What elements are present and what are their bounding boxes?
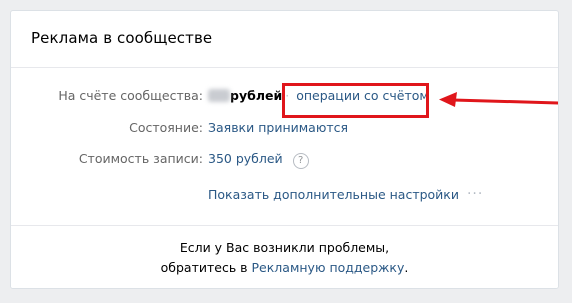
balance-unit: рублей <box>230 88 283 103</box>
price-row: Стоимость записи: 350 рублей? <box>11 149 558 169</box>
blurred-amount <box>208 89 230 102</box>
more-settings-row: Показать дополнительные настройки ··· <box>11 184 558 204</box>
more-settings-wrap: Показать дополнительные настройки ··· <box>208 184 483 205</box>
status-value[interactable]: Заявки принимаются <box>208 118 348 138</box>
highlight-annotation <box>282 83 429 118</box>
question-icon[interactable]: ? <box>292 153 309 169</box>
more-dots-icon[interactable]: ··· <box>467 184 483 204</box>
card-header: Реклама в сообществе <box>11 11 558 68</box>
status-row: Состояние: Заявки принимаются <box>11 118 558 138</box>
price-value-wrap: 350 рублей? <box>208 149 309 169</box>
footer-suffix: . <box>404 260 409 275</box>
show-more-settings-link[interactable]: Показать дополнительные настройки <box>208 187 459 202</box>
footer-line-2: обратитесь в Рекламную поддержку. <box>11 258 558 278</box>
price-value[interactable]: 350 рублей <box>208 151 283 166</box>
footer-prefix: обратитесь в <box>160 260 252 275</box>
ad-support-link[interactable]: Рекламную поддержку <box>252 260 405 275</box>
status-label: Состояние: <box>129 120 203 135</box>
card-title: Реклама в сообществе <box>31 29 213 47</box>
footer-line-1: Если у Вас возникли проблемы, <box>179 240 390 255</box>
ads-settings-card: Реклама в сообществе На счёте сообщества… <box>10 10 559 289</box>
balance-label: На счёте сообщества: <box>58 88 203 103</box>
card-footer: Если у Вас возникли проблемы, обратитесь… <box>11 225 558 288</box>
arrow-annotation-icon <box>439 92 558 107</box>
price-label: Стоимость записи: <box>78 151 203 166</box>
